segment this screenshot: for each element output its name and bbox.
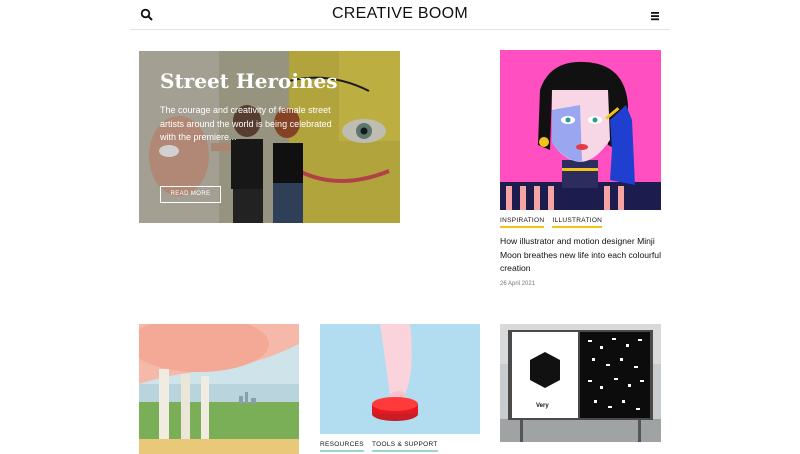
- article-card-image[interactable]: [139, 324, 299, 454]
- tag-inspiration[interactable]: INSPIRATION: [500, 217, 545, 228]
- button-press-illustration: [320, 324, 480, 434]
- hamburger-menu-icon[interactable]: [650, 9, 660, 21]
- hero-excerpt: The courage and creativity of female str…: [160, 105, 332, 142]
- feature-article-title[interactable]: How illustrator and motion designer Minj…: [500, 235, 665, 276]
- hero-title[interactable]: Street Heroines: [160, 69, 338, 93]
- feature-article-date: 26 April 2021: [500, 281, 536, 287]
- site-logo[interactable]: CREATIVE BOOM: [130, 5, 670, 23]
- card-tags: RESOURCES TOOLS & SUPPORT: [320, 441, 444, 452]
- tag-illustration[interactable]: ILLUSTRATION: [552, 217, 603, 228]
- illustration-image: [500, 50, 661, 210]
- billboard-photo: Very: [500, 324, 661, 442]
- read-more-button[interactable]: READ MORE: [160, 186, 221, 203]
- landscape-illustration: [139, 324, 299, 454]
- poster-text: Very: [536, 403, 549, 409]
- feature-article-image[interactable]: [500, 50, 661, 210]
- site-header: CREATIVE BOOM: [130, 0, 670, 30]
- article-card-image[interactable]: Very: [500, 324, 661, 442]
- feature-tags: INSPIRATION ILLUSTRATION: [500, 217, 608, 228]
- hero-article-card[interactable]: Street Heroines The courage and creativi…: [139, 51, 400, 223]
- tag-tools-support[interactable]: TOOLS & SUPPORT: [371, 441, 438, 452]
- tag-resources[interactable]: RESOURCES: [320, 441, 364, 452]
- article-card-image[interactable]: [320, 324, 480, 434]
